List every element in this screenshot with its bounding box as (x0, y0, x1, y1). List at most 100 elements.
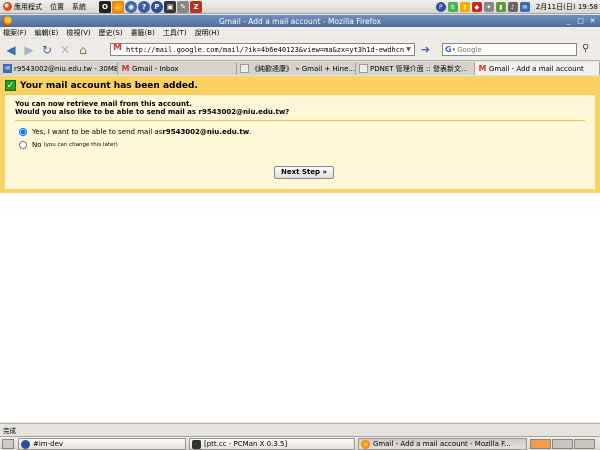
update-tray-icon[interactable]: ◆ (471, 2, 482, 12)
key-tray-icon[interactable]: ⚷ (459, 2, 470, 12)
menu-tools[interactable]: 工具(T) (163, 28, 187, 38)
url-input[interactable] (126, 45, 406, 54)
menu-file[interactable]: 檔案(F) (3, 28, 27, 38)
terminal-task-icon (192, 439, 201, 449)
panel-menu-places[interactable]: 位置 (50, 2, 64, 12)
url-dropdown-icon[interactable]: ▼ (404, 45, 413, 54)
tab-label: Gmail - Inbox (132, 64, 179, 73)
workspace-1[interactable] (530, 439, 551, 449)
option-yes[interactable]: Yes, I want to be able to send mail as r… (19, 128, 251, 136)
gmail-favicon-icon (113, 43, 123, 54)
forward-icon[interactable]: ▶ (21, 42, 37, 58)
navigation-toolbar: ◀ ▶ ↻ ✕ ⌂ ▼ ➜ G ▾ ⚲ (0, 39, 600, 61)
menu-history[interactable]: 歷史(S) (99, 28, 123, 38)
mail-tray-icon[interactable]: ✉ (519, 2, 530, 12)
tab-pdnet[interactable]: PDNET 管理介面 :: 發表新文... (356, 62, 475, 75)
search-engine-dropdown-icon[interactable]: ▾ (453, 47, 456, 53)
show-desktop-icon[interactable] (2, 439, 14, 449)
task-label: #im-dev (33, 440, 64, 448)
maximize-icon[interactable]: □ (576, 16, 585, 25)
tab-gmail-add-account[interactable]: M Gmail - Add a mail account (475, 62, 600, 75)
system-tray: P ⇅ ⚷ ◆ ✦ ▮ ♪ ✉ 2月11日(日) 19:58 (435, 0, 598, 14)
go-icon[interactable]: ➜ (419, 43, 432, 56)
back-icon[interactable]: ◀ (3, 42, 19, 58)
help-launcher-icon[interactable]: ? (138, 0, 150, 13)
close-icon[interactable]: ✕ (588, 16, 597, 25)
status-bar: 完成 (0, 423, 600, 435)
editor-launcher-icon[interactable]: ✎ (177, 0, 189, 13)
search-bar[interactable]: G ▾ (442, 43, 577, 56)
page-favicon-icon (240, 64, 249, 73)
firefox-task-icon (361, 439, 370, 449)
tab-label: 《純歡達康》 » Gmail + Hine... (251, 64, 356, 73)
taskbar-item-firefox[interactable]: Gmail - Add a mail account - Mozilla F..… (358, 438, 527, 450)
page-favicon-icon (359, 64, 368, 73)
option-yes-radio[interactable] (19, 128, 27, 136)
panel-menu-system[interactable]: 系統 (72, 2, 86, 12)
task-label: Gmail - Add a mail account - Mozilla F..… (373, 440, 511, 448)
stop-icon[interactable]: ✕ (57, 42, 73, 58)
workspace-switcher (530, 439, 595, 449)
send-mail-panel: You can now retrieve mail from this acco… (5, 95, 595, 189)
firefox-window-icon[interactable] (2, 16, 12, 26)
workspace-3[interactable] (574, 439, 595, 449)
separator (15, 120, 585, 121)
tab-blog[interactable]: 《純歡達康》 » Gmail + Hine... (237, 62, 356, 75)
google-search-engine-icon[interactable]: G (445, 45, 452, 54)
distro-logo-icon (3, 2, 12, 11)
gmail-favicon-icon: M (478, 64, 487, 73)
menu-bar: 檔案(F) 編輯(E) 檢視(V) 歷史(S) 書籤(B) 工具(T) 說明(H… (0, 27, 600, 38)
success-banner: ✓ Your mail account has been added. You … (0, 76, 600, 193)
tab-label: r9543002@niu.edu.tw - 30MB (14, 64, 118, 73)
option-yes-label: Yes, I want to be able to send mail as (32, 128, 163, 136)
menu-bookmarks[interactable]: 書籤(B) (131, 28, 155, 38)
option-yes-email: r9543002@niu.edu.tw (162, 128, 250, 136)
menu-view[interactable]: 檢視(V) (66, 28, 90, 38)
applications-menu[interactable]: 應用程式 位置 系統 (0, 0, 97, 14)
option-no[interactable]: No (you can change this later) (19, 141, 118, 149)
banner-header: ✓ Your mail account has been added. (5, 80, 198, 91)
banner-title: Your mail account has been added. (20, 80, 198, 91)
bottom-panel: #im-dev [ptt.cc - PCMan X 0.3.5] Gmail -… (0, 436, 600, 450)
url-bar[interactable]: ▼ (110, 43, 415, 56)
tab-label: Gmail - Add a mail account (489, 64, 584, 73)
taskbar-item-im-dev[interactable]: #im-dev (18, 438, 186, 450)
panel-clock[interactable]: 2月11日(日) 19:58 (536, 2, 598, 12)
opera-launcher-icon[interactable]: O (99, 0, 111, 13)
option-yes-suffix: . (249, 128, 252, 136)
window-title-bar[interactable]: Gmail - Add a mail account - Mozilla Fir… (0, 15, 600, 27)
pidgin-task-icon (21, 439, 30, 449)
launcher-group: O ◉ ? P ▣ ✎ Z (99, 0, 202, 13)
filezilla-launcher-icon[interactable]: Z (190, 0, 202, 13)
terminal-launcher-icon[interactable]: ▣ (164, 0, 176, 13)
tab-webmail[interactable]: ✉ r9543002@niu.edu.tw - 30MB (0, 62, 118, 75)
option-no-radio[interactable] (19, 141, 27, 149)
workspace-2[interactable] (552, 439, 573, 449)
battery-tray-icon[interactable]: ▮ (495, 2, 506, 12)
search-magnifier-icon[interactable]: ⚲ (582, 43, 589, 54)
home-icon[interactable]: ⌂ (75, 42, 91, 58)
panel-menu-applications[interactable]: 應用程式 (14, 2, 42, 12)
taskbar-item-pcmanx[interactable]: [ptt.cc - PCMan X 0.3.5] (189, 438, 355, 450)
webmail-favicon-icon: ✉ (3, 64, 12, 73)
wifi-tray-icon[interactable]: ✦ (483, 2, 494, 12)
task-label: [ptt.cc - PCMan X 0.3.5] (204, 440, 288, 448)
menu-help[interactable]: 說明(H) (195, 28, 220, 38)
firefox-launcher-icon[interactable] (112, 0, 124, 13)
search-input[interactable] (457, 45, 558, 54)
reload-icon[interactable]: ↻ (39, 42, 55, 58)
network-launcher-icon[interactable]: ◉ (125, 0, 137, 13)
option-no-note: (you can change this later) (43, 142, 118, 148)
next-step-button[interactable]: Next Step » (274, 166, 334, 179)
network-tray-icon[interactable]: ⇅ (447, 2, 458, 12)
tab-gmail-inbox[interactable]: M Gmail - Inbox (118, 62, 237, 75)
top-panel: 應用程式 位置 系統 O ◉ ? P ▣ ✎ Z P ⇅ ⚷ ◆ ✦ ▮ ♪ ✉… (0, 0, 600, 14)
volume-tray-icon[interactable]: ♪ (507, 2, 518, 12)
gmail-favicon-icon: M (121, 64, 130, 73)
pidgin-launcher-icon[interactable]: P (151, 0, 163, 13)
pidgin-tray-icon[interactable]: P (435, 2, 446, 12)
menu-edit[interactable]: 編輯(E) (35, 28, 59, 38)
minimize-icon[interactable]: _ (564, 16, 573, 25)
option-no-label: No (32, 141, 42, 149)
page-content: ✓ Your mail account has been added. You … (0, 76, 600, 422)
